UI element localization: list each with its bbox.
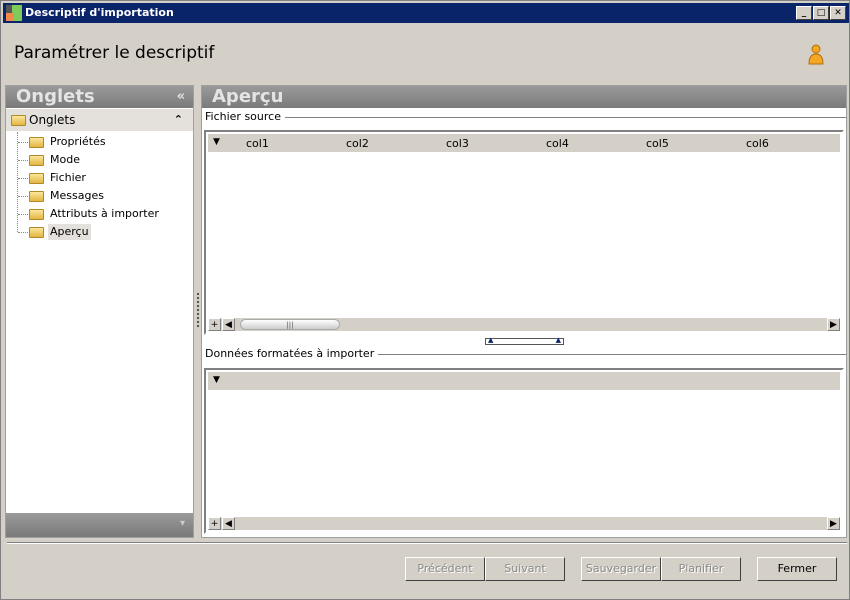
app-icon: [6, 5, 22, 21]
vertical-splitter[interactable]: ▲ ▲: [485, 336, 564, 345]
close-window-button[interactable]: ✕: [830, 6, 846, 20]
import-descriptor-window: Descriptif d'importation _ □ ✕ Paramétre…: [0, 0, 850, 600]
user-icon: [808, 44, 824, 65]
column-header[interactable]: col4: [546, 137, 569, 150]
collapse-up-icon[interactable]: ⌃: [174, 109, 183, 131]
tree-item[interactable]: Fichier: [48, 170, 88, 186]
collapse-panel-button[interactable]: «: [177, 86, 185, 108]
tree-line: [18, 232, 28, 233]
schedule-button[interactable]: Planifier: [661, 557, 741, 581]
divider: [206, 117, 846, 118]
page-title: Paramétrer le descriptif: [14, 43, 215, 63]
scroll-right-button[interactable]: ▶: [827, 517, 840, 530]
tree-line: [18, 160, 28, 161]
scroll-right-button[interactable]: ▶: [827, 318, 840, 331]
tree-item[interactable]: Aperçu: [48, 224, 91, 240]
folder-icon: [29, 227, 44, 238]
scroll-left-button[interactable]: ◀: [222, 318, 235, 331]
arrow-up-icon[interactable]: ▲: [488, 336, 493, 344]
tree-item[interactable]: Attributs à importer: [48, 206, 161, 222]
scroll-left-button[interactable]: ◀: [222, 517, 235, 530]
column-header[interactable]: col2: [346, 137, 369, 150]
preview-panel: Aperçu Fichier source ▼ col1 col2 col3 col4…: [201, 85, 847, 538]
tabs-panel-header: Onglets «: [6, 86, 193, 108]
tree-root-onglets[interactable]: Onglets ⌃: [6, 109, 193, 131]
horizontal-scrollbar[interactable]: + ◀ ▶: [208, 517, 840, 530]
folder-icon: [29, 155, 44, 166]
column-header[interactable]: col6: [746, 137, 769, 150]
formatted-data-legend: Données formatées à importer: [205, 347, 379, 360]
column-header[interactable]: col1: [246, 137, 269, 150]
tree-root-label: Onglets: [29, 113, 76, 127]
tree-item[interactable]: Propriétés: [48, 134, 108, 150]
divider: [7, 542, 847, 544]
tree-line: [18, 196, 28, 197]
minimize-button[interactable]: _: [796, 6, 812, 20]
scrollbar-thumb[interactable]: |||: [240, 319, 340, 330]
arrow-up-icon[interactable]: ▲: [556, 336, 561, 344]
tree-line: [18, 214, 28, 215]
add-icon[interactable]: +: [208, 517, 221, 530]
folder-icon: [29, 209, 44, 220]
tabs-panel-title: Onglets: [16, 86, 95, 107]
tree-line: [17, 132, 18, 232]
close-button[interactable]: Fermer: [757, 557, 837, 581]
maximize-button[interactable]: □: [813, 6, 829, 20]
previous-button[interactable]: Précédent: [405, 557, 485, 581]
add-icon[interactable]: +: [208, 318, 221, 331]
formatted-data-grid[interactable]: ▼ + ◀ ▶: [204, 368, 844, 534]
next-button[interactable]: Suivant: [485, 557, 565, 581]
tree-item[interactable]: Mode: [48, 152, 82, 168]
tree-line: [18, 178, 28, 179]
tabs-panel: Onglets « Onglets ⌃ Propriétés Mode Fich…: [5, 85, 194, 538]
column-menu-icon[interactable]: ▼: [213, 375, 220, 385]
tree-line: [18, 142, 28, 143]
splitter-handle[interactable]: [197, 293, 199, 327]
save-button[interactable]: Sauvegarder: [581, 557, 661, 581]
chevron-down-icon[interactable]: ▾: [180, 518, 185, 529]
folder-icon: [29, 137, 44, 148]
grid-header: ▼: [208, 372, 840, 390]
horizontal-scrollbar[interactable]: + ◀ ||| ▶: [208, 318, 840, 331]
column-menu-icon[interactable]: ▼: [213, 137, 220, 147]
tabs-panel-footer: ▾: [6, 513, 193, 537]
column-header[interactable]: col3: [446, 137, 469, 150]
column-header[interactable]: col5: [646, 137, 669, 150]
folder-icon: [11, 115, 26, 126]
window-title: Descriptif d'importation: [25, 6, 174, 19]
folder-icon: [29, 173, 44, 184]
source-file-grid[interactable]: ▼ col1 col2 col3 col4 col5 col6 + ◀ ||| ▶: [204, 130, 844, 335]
folder-icon: [29, 191, 44, 202]
tree-item[interactable]: Messages: [48, 188, 106, 204]
source-file-legend: Fichier source: [205, 110, 285, 123]
title-bar: Descriptif d'importation _ □ ✕: [3, 3, 849, 23]
preview-panel-header: Aperçu: [202, 86, 846, 108]
grid-header: ▼ col1 col2 col3 col4 col5 col6: [208, 134, 840, 152]
preview-panel-title: Aperçu: [212, 86, 284, 107]
